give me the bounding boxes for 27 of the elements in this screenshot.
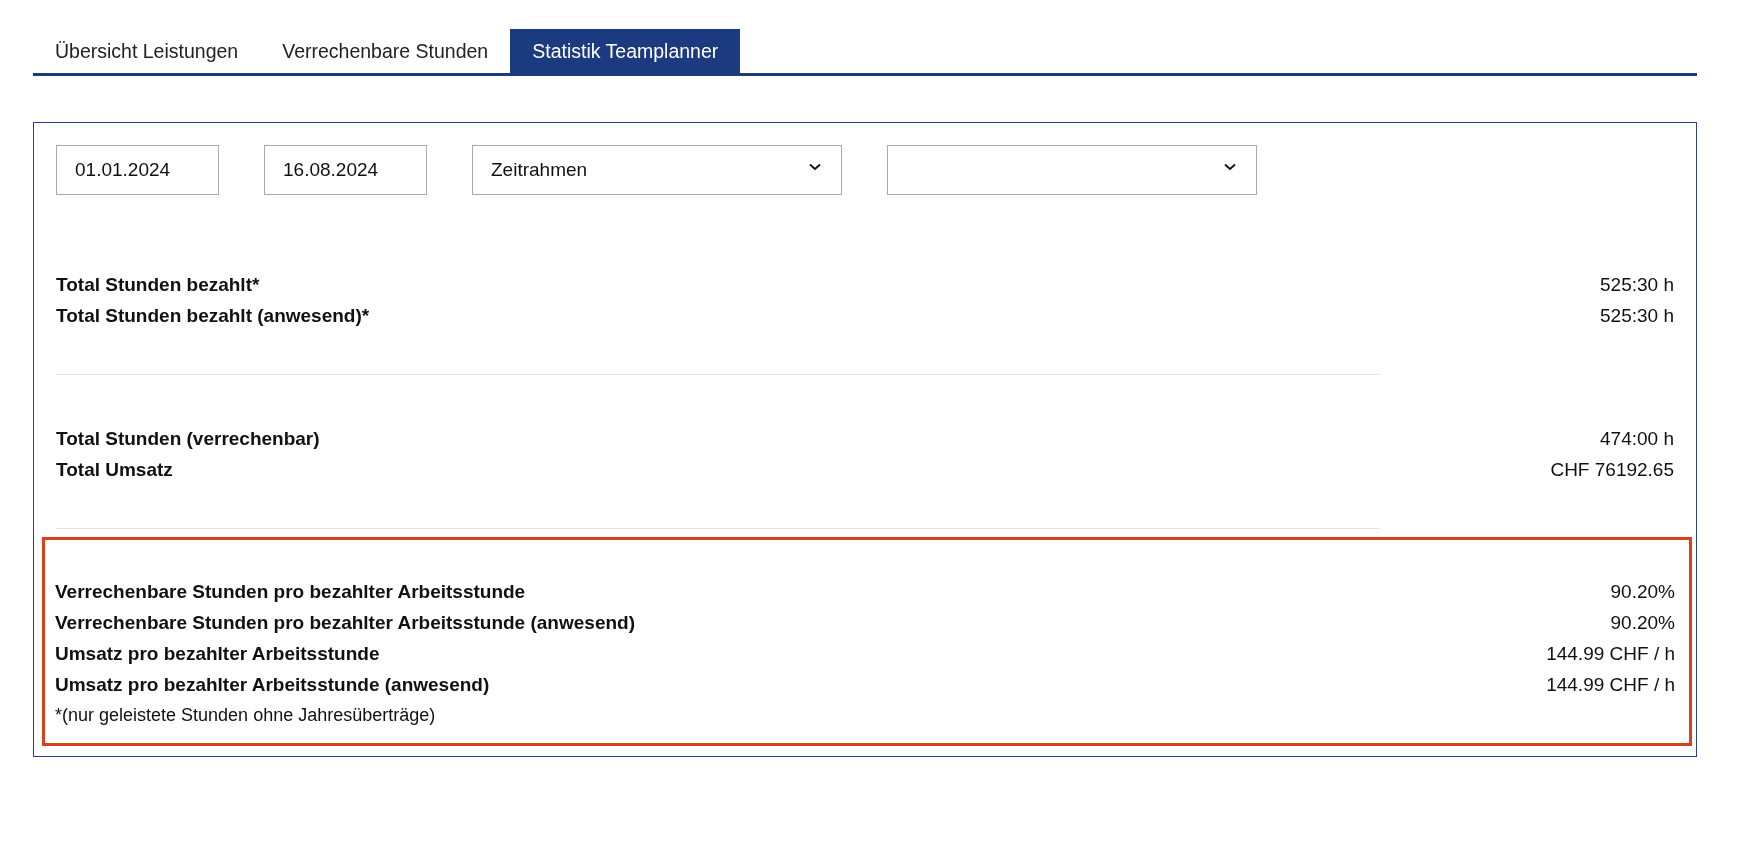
chevron-down-icon — [1224, 163, 1236, 171]
metric-label: Umsatz pro bezahlter Arbeitsstunde (anwesend) — [55, 673, 490, 697]
metric-value: 525:30 h — [1600, 304, 1674, 328]
metric-value: CHF 76192.65 — [1550, 458, 1674, 482]
dropdown-value: Zeitrahmen — [491, 159, 588, 181]
metric-label: Total Stunden bezahlt* — [56, 273, 260, 297]
metric-value: 474:00 h — [1600, 427, 1674, 451]
metric-label: Total Stunden (verrechenbar) — [56, 427, 320, 451]
footnote: *(nur geleistete Stunden ohne Jahresüberträge) — [55, 704, 437, 727]
dropdown[interactable] — [887, 145, 1257, 195]
metric-value: 90.20% — [1610, 580, 1675, 604]
tab[interactable]: Verrechenbare Stunden — [260, 29, 511, 73]
tab[interactable]: Statistik Teamplanner — [510, 29, 741, 73]
metric-label: Total Stunden bezahlt (anwesend)* — [56, 304, 370, 328]
chevron-down-icon — [809, 163, 821, 171]
tab[interactable]: Übersicht Leistungen — [33, 29, 261, 73]
metric-value: 144.99 CHF / h — [1546, 642, 1675, 666]
metric-label: Umsatz pro bezahlter Arbeitsstunde — [55, 642, 380, 666]
metric-value: 525:30 h — [1600, 273, 1674, 297]
metric-label: Verrechenbare Stunden pro bezahlter Arbeitsstunde (anwesend) — [55, 611, 635, 635]
date-field[interactable]: 16.08.2024 — [264, 145, 427, 195]
metric-label: Total Umsatz — [56, 458, 173, 482]
date-field[interactable]: 01.01.2024 — [56, 145, 219, 195]
metric-label: Verrechenbare Stunden pro bezahlter Arbeitsstunde — [55, 580, 526, 604]
dropdown[interactable]: Zeitrahmen — [472, 145, 842, 195]
metric-value: 90.20% — [1610, 611, 1675, 635]
metric-value: 144.99 CHF / h — [1546, 673, 1675, 697]
